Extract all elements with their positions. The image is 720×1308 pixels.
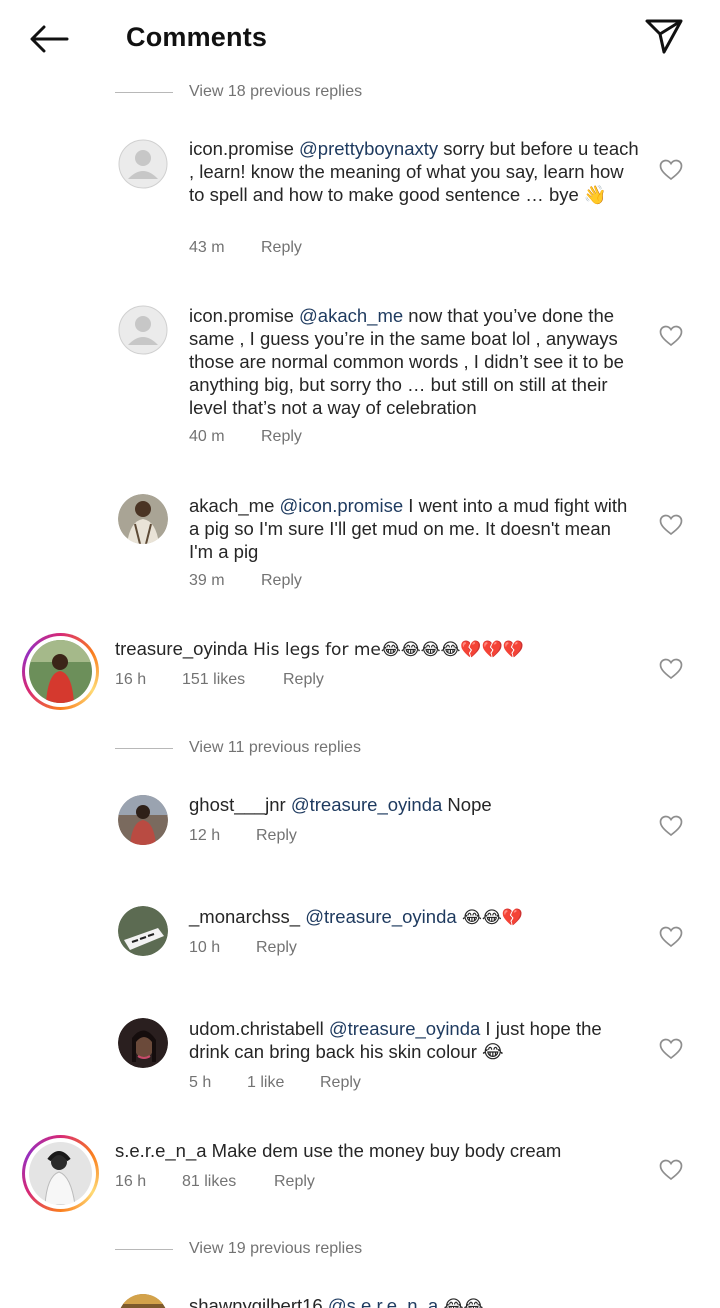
comment-text: udom.christabell @treasure_oyinda I just…	[189, 1017, 639, 1063]
heart-icon[interactable]	[659, 658, 683, 680]
avatar[interactable]	[118, 906, 168, 956]
avatar[interactable]	[118, 795, 168, 845]
avatar[interactable]	[118, 1018, 168, 1068]
comment-body: 😂😂	[438, 1297, 484, 1308]
reply-button[interactable]: Reply	[256, 827, 297, 845]
divider	[115, 91, 173, 93]
comment-meta: 16 h 81 likes Reply	[115, 1173, 315, 1191]
comment-text: treasure_oyinda His legs for me😂😂😂😂💔💔💔	[115, 637, 635, 662]
mention-link[interactable]: @prettyboynaxty	[299, 138, 438, 159]
view-previous-replies[interactable]: View 18 previous replies	[115, 80, 362, 104]
username[interactable]: shawnygilbert16	[189, 1295, 323, 1308]
timestamp: 39 m	[189, 572, 225, 589]
comment-meta: 39 m Reply	[189, 572, 302, 590]
comment-text: s.e.r.e_n_a Make dem use the money buy b…	[115, 1139, 635, 1162]
view-previous-label: View 18 previous replies	[189, 83, 363, 100]
view-previous-replies[interactable]: View 19 previous replies	[115, 1237, 362, 1261]
mention-link[interactable]: @treasure_oyinda	[305, 906, 456, 927]
comment-body: Make dem use the money buy body cream	[206, 1140, 562, 1161]
comment-body: 😂😂💔	[456, 908, 523, 928]
comment-meta: 43 m Reply	[189, 239, 302, 257]
paper-plane-icon	[645, 19, 683, 54]
username[interactable]: _monarchss_	[189, 906, 300, 927]
likes-count[interactable]: 1 like	[247, 1074, 320, 1092]
heart-icon[interactable]	[659, 514, 683, 536]
comment-meta: 16 h 151 likes Reply	[115, 671, 324, 689]
timestamp: 10 h	[189, 939, 221, 956]
arrow-left-icon	[30, 25, 69, 53]
username[interactable]: udom.christabell	[189, 1018, 324, 1039]
reply-button[interactable]: Reply	[320, 1074, 361, 1092]
comment-text: akach_me @icon.promise I went into a mud…	[189, 494, 639, 563]
back-button[interactable]	[26, 20, 72, 58]
comment-body: His legs for me😂😂😂😂💔💔💔	[247, 640, 524, 660]
comment-meta: 10 h Reply	[189, 939, 297, 957]
heart-icon[interactable]	[659, 325, 683, 347]
comment-text: ghost___jnr @treasure_oyinda Nope	[189, 793, 639, 816]
reply-button[interactable]: Reply	[283, 671, 324, 689]
reply-button[interactable]: Reply	[261, 239, 302, 257]
timestamp: 16 h	[115, 671, 147, 688]
comment-text: shawnygilbert16 @s.e.r.e_n_a 😂😂	[189, 1294, 639, 1308]
username[interactable]: akach_me	[189, 495, 274, 516]
header: Comments	[0, 0, 720, 76]
username[interactable]: treasure_oyinda	[115, 638, 248, 659]
likes-count[interactable]: 81 likes	[182, 1173, 274, 1191]
mention-link[interactable]: @treasure_oyinda	[329, 1018, 480, 1039]
comment-text: icon.promise @prettyboynaxty sorry but b…	[189, 137, 639, 206]
comment-meta: 40 m Reply	[189, 428, 302, 446]
username[interactable]: icon.promise	[189, 138, 294, 159]
reply-button[interactable]: Reply	[274, 1173, 315, 1191]
avatar[interactable]	[118, 494, 168, 544]
username[interactable]: ghost___jnr	[189, 794, 286, 815]
heart-icon[interactable]	[659, 1038, 683, 1060]
reply-button[interactable]: Reply	[256, 939, 297, 957]
view-previous-replies[interactable]: View 11 previous replies	[115, 736, 361, 760]
avatar[interactable]	[118, 305, 168, 355]
view-previous-label: View 19 previous replies	[189, 1240, 363, 1257]
heart-icon[interactable]	[659, 815, 683, 837]
story-avatar[interactable]	[22, 633, 99, 710]
comment-meta: 12 h Reply	[189, 827, 297, 845]
comment-text: _monarchss_ @treasure_oyinda 😂😂💔	[189, 905, 639, 930]
heart-icon[interactable]	[659, 926, 683, 948]
share-button[interactable]	[642, 16, 686, 56]
mention-link[interactable]: @s.e.r.e_n_a	[328, 1295, 438, 1308]
page-title: Comments	[126, 22, 268, 52]
avatar[interactable]	[118, 139, 168, 189]
mention-link[interactable]: @akach_me	[299, 305, 403, 326]
comment-meta: 5 h 1 like Reply	[189, 1074, 361, 1092]
username[interactable]: s.e.r.e_n_a	[115, 1140, 207, 1161]
comment-text: icon.promise @akach_me now that you’ve d…	[189, 304, 639, 419]
mention-link[interactable]: @treasure_oyinda	[291, 794, 442, 815]
avatar[interactable]	[118, 1294, 168, 1308]
mention-link[interactable]: @icon.promise	[280, 495, 404, 516]
divider	[115, 747, 173, 749]
timestamp: 40 m	[189, 428, 225, 445]
timestamp: 12 h	[189, 827, 221, 844]
likes-count[interactable]: 151 likes	[182, 671, 283, 689]
heart-icon[interactable]	[659, 159, 683, 181]
heart-icon[interactable]	[659, 1159, 683, 1181]
story-avatar[interactable]	[22, 1135, 99, 1212]
timestamp: 5 h	[189, 1074, 212, 1091]
comment-body: Nope	[442, 794, 492, 815]
timestamp: 43 m	[189, 239, 225, 256]
reply-button[interactable]: Reply	[261, 572, 302, 590]
reply-button[interactable]: Reply	[261, 428, 302, 446]
timestamp: 16 h	[115, 1173, 147, 1190]
username[interactable]: icon.promise	[189, 305, 294, 326]
divider	[115, 1248, 173, 1250]
view-previous-label: View 11 previous replies	[189, 739, 361, 756]
